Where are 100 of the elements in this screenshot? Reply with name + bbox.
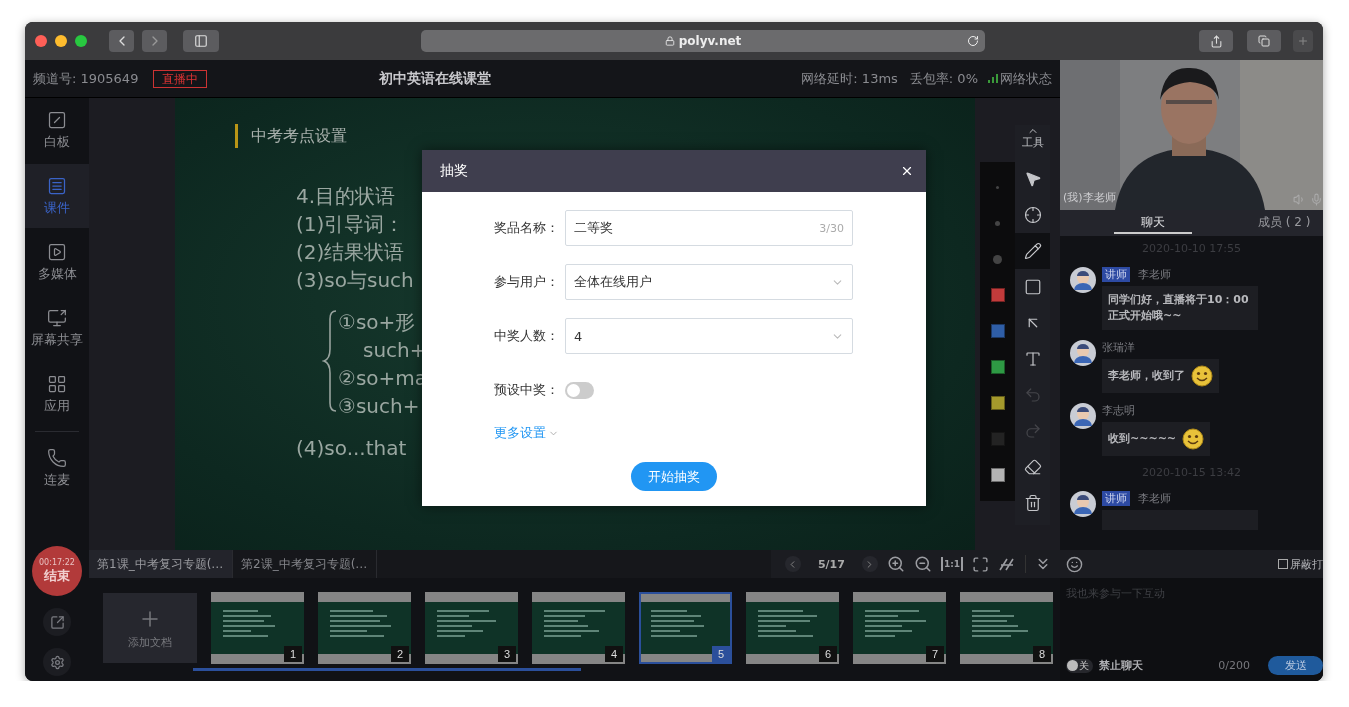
block-gifts-checkbox[interactable]: 屏蔽打 — [1278, 556, 1323, 572]
reload-icon — [967, 35, 979, 47]
slide-thumbnail[interactable]: 6 — [746, 592, 839, 664]
settings-icon — [49, 654, 65, 670]
tabs-button[interactable] — [1247, 30, 1281, 52]
slide-thumbnail[interactable]: 5 — [639, 592, 732, 664]
avatar-icon — [1070, 267, 1096, 293]
speaker-icon — [1293, 193, 1306, 206]
page-number: 7 — [926, 646, 944, 662]
pen-size-dot[interactable] — [996, 185, 999, 189]
pen-size-dot[interactable] — [995, 220, 1000, 226]
color-swatch[interactable] — [990, 324, 1005, 338]
sender-name: 李老师 — [1138, 267, 1171, 282]
chat-tab[interactable]: 成员 ( 2 ) — [1245, 210, 1323, 236]
slide-thumbnail[interactable]: 3 — [425, 592, 518, 664]
latency-text: 网络延时: 13ms — [801, 69, 898, 88]
tabs-icon — [1258, 35, 1270, 47]
message-text: 李老师，收到了 — [1108, 368, 1185, 384]
slide-heading: 中考考点设置 — [235, 124, 347, 148]
close-button[interactable] — [900, 164, 914, 178]
field-label: 中奖人数： — [494, 327, 560, 345]
close-icon — [900, 164, 914, 178]
tools-toggle[interactable]: 工具 — [1015, 125, 1050, 161]
pointer-icon — [1023, 170, 1042, 188]
more-settings-link[interactable]: 更多设置 — [494, 424, 559, 442]
url-text: polyv.net — [678, 34, 742, 48]
page-number: 3 — [498, 646, 516, 662]
channel-number: 频道号: 1905649 — [33, 69, 139, 88]
chat-tab[interactable]: 聊天 — [1114, 210, 1192, 236]
live-badge: 直播中 — [153, 69, 208, 88]
pen-size-dot[interactable] — [993, 254, 1002, 264]
add-document-button[interactable]: 添加文档 — [103, 593, 197, 663]
dropdown-field[interactable]: 全体在线用户 — [565, 264, 853, 300]
field-label: 预设中奖： — [494, 381, 560, 399]
play-icon — [47, 241, 67, 262]
document-tab[interactable]: 第1课_中考复习专题(… — [89, 550, 233, 578]
field-label: 参与用户： — [494, 273, 560, 291]
color-swatch[interactable] — [990, 396, 1005, 410]
slide-text: (1)引导词： — [296, 211, 405, 238]
annotate-button[interactable] — [998, 556, 1016, 572]
avatar-icon — [1070, 403, 1096, 429]
maximize-button[interactable] — [75, 35, 87, 47]
zoom-in-button[interactable] — [886, 555, 905, 573]
end-button[interactable]: 00:17:22 结束 — [32, 546, 82, 596]
ban-chat-toggle[interactable]: 关 — [1066, 658, 1093, 673]
start-draw-button[interactable]: 开始抽奖 — [631, 462, 717, 491]
class-title: 初中英语在线课堂 — [379, 69, 492, 88]
slide-text: 4.目的状语 — [296, 183, 396, 210]
slide-thumbnail[interactable]: 2 — [318, 592, 411, 664]
slide-thumbnail[interactable]: 7 — [853, 592, 946, 664]
screen-share-icon — [47, 307, 67, 328]
sidebar-item[interactable]: 屏幕共享 — [25, 296, 89, 360]
phone-icon — [47, 447, 67, 468]
sidebar-item[interactable]: 应用 — [25, 362, 89, 426]
network-status-text: 网络状态 — [1000, 69, 1052, 88]
role-badge: 讲师 — [1102, 491, 1130, 506]
slide-text: (2)结果状语 — [296, 239, 405, 266]
plus-icon — [1297, 35, 1309, 47]
crosshair-icon — [1023, 206, 1042, 224]
message-text: 同学们好，直播将于10：00正式开始哦~~ — [1108, 292, 1250, 324]
redo-icon — [1023, 422, 1042, 440]
send-button[interactable]: 发送 — [1268, 656, 1323, 675]
sidebar-item[interactable]: 连麦 — [25, 436, 89, 500]
fullscreen-button[interactable] — [972, 555, 989, 573]
page-number: 1 — [284, 646, 302, 662]
zoom-out-icon — [913, 555, 932, 573]
slide-thumbnail[interactable]: 8 — [960, 592, 1053, 664]
color-swatch[interactable] — [990, 468, 1005, 482]
sidebar-button[interactable] — [183, 30, 219, 52]
actual-size-button[interactable]: 1:1 — [940, 557, 963, 571]
sender-name: 李志明 — [1102, 403, 1135, 418]
color-swatch[interactable] — [990, 360, 1005, 374]
share-icon — [1209, 34, 1223, 48]
sidebar-item[interactable]: 多媒体 — [25, 230, 89, 294]
text-icon — [1023, 350, 1042, 368]
zoom-out-button[interactable] — [913, 555, 932, 573]
minimize-button[interactable] — [55, 35, 67, 47]
sidebar-item[interactable]: 白板 — [25, 98, 89, 162]
sender-name: 李老师 — [1138, 491, 1171, 506]
slide-thumbnail[interactable]: 1 — [211, 592, 304, 664]
slide-thumbnail[interactable]: 4 — [532, 592, 625, 664]
avatar-icon — [1070, 491, 1096, 517]
address-bar[interactable]: polyv.net — [421, 30, 985, 52]
color-swatch[interactable] — [990, 288, 1005, 302]
page-number: 5 — [712, 646, 730, 662]
microphone-icon — [1310, 193, 1323, 206]
input-field[interactable]: 二等奖 3/30 — [565, 210, 853, 246]
back-button[interactable] — [109, 30, 134, 52]
dropdown-field[interactable]: 4 — [565, 318, 853, 354]
toggle-switch[interactable] — [565, 381, 594, 399]
share-button[interactable] — [1199, 30, 1233, 52]
signal-icon — [988, 74, 998, 83]
slide-text: ③such+ — [338, 393, 420, 420]
tool-button[interactable] — [1015, 233, 1050, 269]
external-link-button[interactable] — [43, 608, 71, 636]
grid-icon — [47, 373, 67, 394]
emoji-button[interactable] — [1066, 555, 1083, 573]
settings-button[interactable] — [43, 648, 71, 676]
slide-text: (3)so与such — [296, 267, 414, 294]
page-number: 8 — [1033, 646, 1051, 662]
